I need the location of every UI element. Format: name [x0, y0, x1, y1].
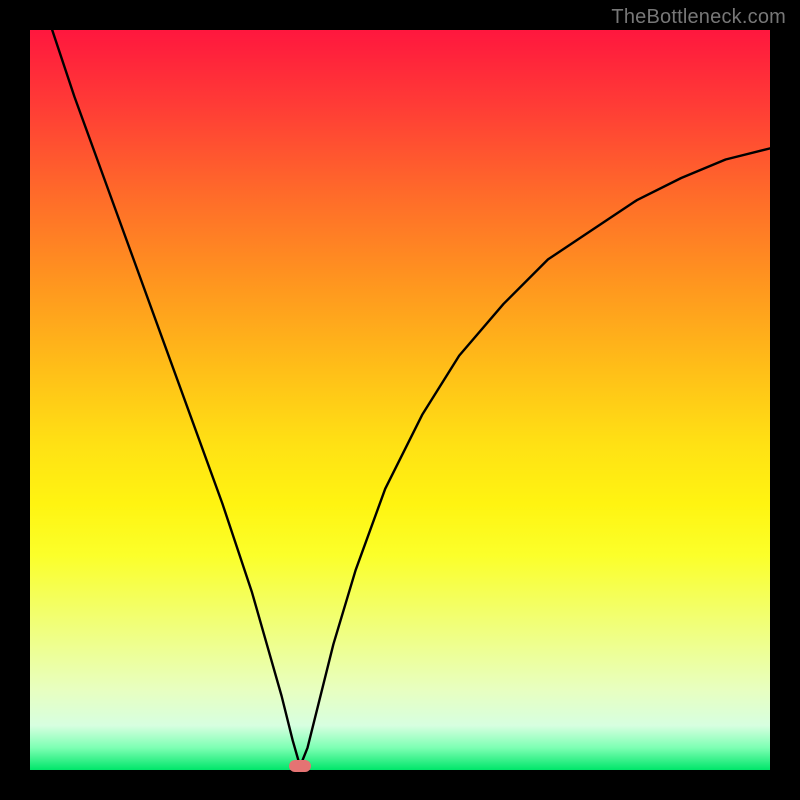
chart-frame: TheBottleneck.com	[0, 0, 800, 800]
watermark-text: TheBottleneck.com	[611, 6, 786, 29]
bottleneck-curve	[30, 30, 770, 770]
plot-area	[30, 30, 770, 770]
minimum-marker	[289, 760, 311, 772]
